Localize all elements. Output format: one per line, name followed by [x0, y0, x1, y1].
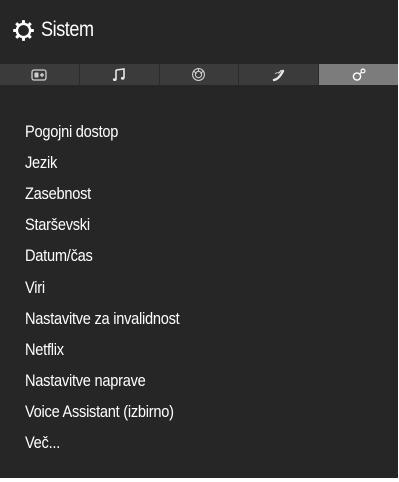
tab-picture[interactable]	[0, 64, 80, 85]
menu-item-label: Datum/čas	[25, 246, 93, 266]
menu-item-date-time[interactable]: Datum/čas	[0, 241, 398, 272]
menu-item-label: Starševski	[25, 215, 90, 235]
system-settings-icon	[352, 68, 366, 81]
menu-item-label: Voice Assistant (izbirno)	[25, 402, 174, 422]
category-tabs	[0, 64, 398, 85]
music-note-icon	[113, 67, 125, 81]
menu-item-label: Zasebnost	[25, 183, 91, 203]
page-title: Sistem	[41, 18, 94, 41]
menu-item-sources[interactable]: Viri	[0, 272, 398, 303]
tab-network[interactable]	[159, 64, 240, 85]
settings-menu-list: Pogojni dostop Jezik Zasebnost Starševsk…	[0, 116, 398, 459]
menu-item-netflix[interactable]: Netflix	[0, 334, 398, 365]
menu-item-label: Pogojni dostop	[25, 121, 119, 141]
menu-item-parental[interactable]: Starševski	[0, 210, 398, 241]
menu-item-conditional-access[interactable]: Pogojni dostop	[0, 116, 398, 147]
satellite-dish-icon	[272, 69, 284, 81]
menu-item-voice-assistant[interactable]: Voice Assistant (izbirno)	[0, 397, 398, 428]
menu-item-language[interactable]: Jezik	[0, 147, 398, 178]
menu-item-privacy[interactable]: Zasebnost	[0, 178, 398, 209]
menu-item-accessibility[interactable]: Nastavitve za invalidnost	[0, 303, 398, 334]
menu-item-device-settings[interactable]: Nastavitve naprave	[0, 366, 398, 397]
tab-channels[interactable]	[239, 64, 320, 85]
menu-item-label: Viri	[25, 277, 45, 297]
picture-icon	[31, 68, 48, 81]
menu-item-label: Več...	[25, 433, 61, 453]
gear-icon	[12, 19, 35, 42]
menu-item-label: Nastavitve naprave	[25, 371, 146, 391]
panel-header: Sistem	[0, 0, 398, 60]
system-menu-panel: Sistem Pogojni dostop Jezik Zasebnost St…	[0, 0, 398, 478]
tab-sound[interactable]	[79, 64, 160, 85]
tab-system[interactable]	[319, 64, 398, 85]
menu-item-label: Jezik	[25, 152, 58, 172]
network-globe-icon	[192, 68, 206, 81]
menu-item-label: Nastavitve za invalidnost	[25, 308, 180, 328]
menu-item-more[interactable]: Več...	[0, 428, 398, 459]
menu-item-label: Netflix	[25, 339, 64, 359]
